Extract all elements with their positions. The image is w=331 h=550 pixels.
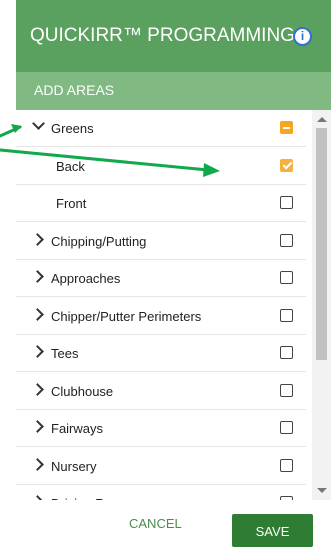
area-label: Tees — [51, 346, 79, 361]
area-list: Greens Back Front Chipping/Putting Approache… — [16, 110, 312, 500]
area-checkbox[interactable] — [280, 458, 293, 472]
area-checkbox[interactable] — [280, 308, 293, 322]
chevron-right-icon[interactable] — [31, 382, 44, 396]
scroll-down-arrow-icon[interactable] — [317, 488, 327, 493]
area-row[interactable]: Fairways — [16, 410, 306, 447]
area-checkbox[interactable] — [280, 233, 293, 247]
area-checkbox[interactable] — [280, 271, 293, 284]
area-checkbox[interactable] — [280, 158, 293, 172]
scroll-up-arrow-icon[interactable] — [317, 117, 327, 122]
area-row[interactable]: Nursery — [16, 448, 306, 485]
scrollbar[interactable] — [312, 110, 331, 500]
area-row[interactable]: Chipping/Putting — [16, 223, 306, 260]
area-row[interactable]: Tees — [16, 335, 306, 372]
area-checkbox[interactable] — [280, 346, 293, 359]
chevron-down-icon[interactable] — [32, 117, 45, 130]
chevron-right-icon[interactable] — [31, 307, 44, 321]
page-title: QUICKIRR™ PROGRAMMING — [30, 25, 295, 46]
area-label: Approaches — [51, 271, 121, 286]
area-label: Clubhouse — [51, 383, 114, 399]
area-label: Back — [56, 158, 85, 174]
programming-panel: QUICKIRR™ PROGRAMMING i ADD AREAS Greens… — [16, 0, 331, 550]
sub-area-row[interactable]: Back — [16, 148, 306, 185]
area-row[interactable]: Chipper/Putter Perimeters — [16, 298, 306, 335]
area-row[interactable]: Approaches — [16, 260, 306, 297]
area-label: Front — [56, 196, 87, 211]
area-row[interactable]: Greens — [16, 110, 306, 147]
save-button[interactable]: SAVE — [232, 514, 313, 547]
area-label: Greens — [51, 121, 94, 136]
area-checkbox[interactable] — [280, 121, 293, 134]
area-row[interactable]: Clubhouse — [16, 373, 306, 410]
area-label: Fairways — [51, 421, 104, 436]
chevron-right-icon[interactable] — [31, 457, 44, 471]
subheader-label: ADD AREAS — [34, 82, 115, 98]
scrollbar-thumb[interactable] — [316, 128, 327, 360]
area-row[interactable]: Driving Range — [16, 485, 306, 500]
area-checkbox[interactable] — [280, 383, 293, 397]
cancel-button[interactable]: CANCEL — [129, 516, 182, 531]
footer: CANCEL SAVE — [16, 500, 331, 550]
area-label: Chipping/Putting — [51, 233, 147, 249]
chevron-right-icon[interactable] — [31, 270, 44, 283]
chevron-right-icon[interactable] — [31, 420, 44, 433]
chevron-right-icon[interactable] — [31, 232, 44, 246]
area-label: Chipper/Putter Perimeters — [51, 308, 202, 324]
sub-area-row[interactable]: Front — [16, 185, 306, 222]
area-checkbox[interactable] — [280, 196, 293, 209]
header-bar: QUICKIRR™ PROGRAMMING i — [16, 0, 331, 72]
area-checkbox[interactable] — [280, 421, 293, 434]
info-icon[interactable]: i — [293, 27, 312, 46]
subheader-bar: ADD AREAS — [16, 72, 331, 110]
area-label: Nursery — [51, 458, 97, 474]
chevron-right-icon[interactable] — [31, 345, 44, 358]
